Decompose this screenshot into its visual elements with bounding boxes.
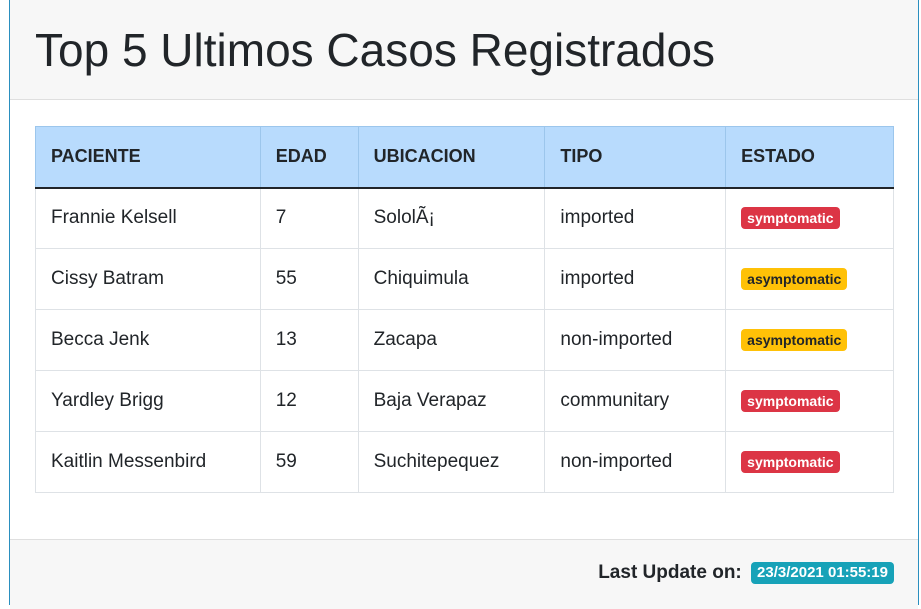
column-header-estado[interactable]: ESTADO: [725, 126, 894, 189]
cell-paciente: Kaitlin Messenbird: [35, 431, 261, 493]
cases-table: PACIENTE EDAD UBICACION TIPO ESTADO Fran…: [35, 126, 894, 493]
cell-tipo: imported: [544, 187, 727, 249]
cell-tipo: imported: [544, 248, 727, 310]
cell-ubicacion: Zacapa: [357, 309, 546, 371]
status-badge: symptomatic: [741, 451, 840, 473]
status-badge: asymptomatic: [741, 268, 848, 290]
table-row: Kaitlin Messenbird 59 Suchitepequez non-…: [35, 431, 894, 493]
cell-edad: 55: [259, 248, 359, 310]
table-row: Becca Jenk 13 Zacapa non-imported asympt…: [35, 309, 894, 371]
cell-edad: 12: [259, 370, 359, 432]
cell-ubicacion: Baja Verapaz: [357, 370, 546, 432]
card-header: Top 5 Ultimos Casos Registrados: [10, 0, 918, 100]
cell-tipo: communitary: [544, 370, 727, 432]
cell-estado: symptomatic: [725, 431, 894, 493]
cell-ubicacion: Chiquimula: [357, 248, 546, 310]
cell-paciente: Yardley Brigg: [35, 370, 261, 432]
cell-tipo: non-imported: [544, 309, 727, 371]
cell-paciente: Frannie Kelsell: [35, 187, 261, 249]
cell-estado: symptomatic: [725, 187, 894, 249]
cell-estado: asymptomatic: [725, 309, 894, 371]
last-update-timestamp-badge: 23/3/2021 01:55:19: [751, 562, 894, 584]
cell-tipo: non-imported: [544, 431, 727, 493]
cell-estado: asymptomatic: [725, 248, 894, 310]
cell-edad: 13: [259, 309, 359, 371]
last-update: Last Update on: 23/3/2021 01:55:19: [598, 562, 894, 584]
status-badge: symptomatic: [741, 207, 840, 230]
cell-estado: symptomatic: [725, 370, 894, 432]
column-header-ubicacion[interactable]: UBICACION: [357, 126, 546, 189]
status-badge: asymptomatic: [741, 329, 848, 351]
table-row: Frannie Kelsell 7 SololÃ¡ imported sympt…: [35, 187, 894, 249]
cases-card: Top 5 Ultimos Casos Registrados PACIENTE…: [9, 0, 919, 609]
status-badge: symptomatic: [741, 390, 840, 412]
cell-ubicacion: SololÃ¡: [357, 187, 546, 249]
cell-ubicacion: Suchitepequez: [357, 431, 546, 493]
column-header-tipo[interactable]: TIPO: [544, 126, 727, 189]
table-row: Cissy Batram 55 Chiquimula imported asym…: [35, 248, 894, 310]
column-header-edad[interactable]: EDAD: [259, 126, 359, 189]
table-header-row: PACIENTE EDAD UBICACION TIPO ESTADO: [35, 126, 894, 189]
last-update-label: Last Update on:: [598, 562, 742, 583]
cell-edad: 59: [259, 431, 359, 493]
column-header-paciente[interactable]: PACIENTE: [35, 126, 261, 189]
table-row: Yardley Brigg 12 Baja Verapaz communitar…: [35, 370, 894, 432]
cell-paciente: Becca Jenk: [35, 309, 261, 371]
cell-paciente: Cissy Batram: [35, 248, 261, 310]
page-title: Top 5 Ultimos Casos Registrados: [35, 24, 716, 76]
card-body: PACIENTE EDAD UBICACION TIPO ESTADO Fran…: [35, 126, 894, 493]
card-footer: Last Update on: 23/3/2021 01:55:19: [10, 539, 918, 609]
cell-edad: 7: [259, 187, 359, 249]
